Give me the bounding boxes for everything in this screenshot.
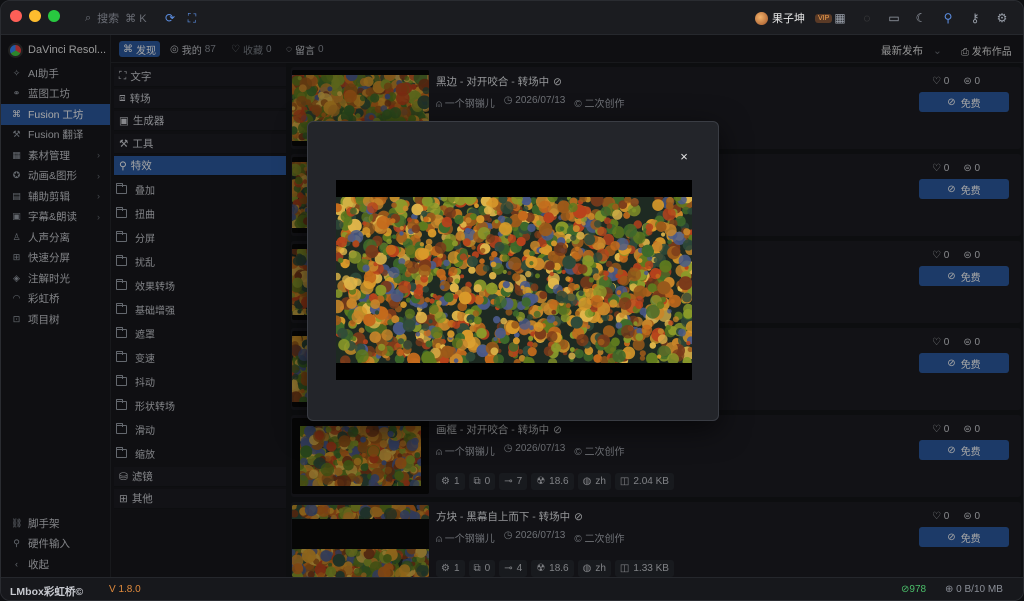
screenshot-icon[interactable]: ⛶	[184, 10, 200, 26]
title-bar: ⌕ 搜索 ⌘ K ⟳ ⛶ 果子坤 VIP ▦ ◌ ▭ ☾ ⚲ ⚷ ⚙	[1, 1, 1023, 35]
message-icon[interactable]: ▭	[886, 10, 902, 26]
online-count: ⊘978	[901, 584, 926, 595]
avatar	[755, 11, 768, 25]
storage-icon: ⊕	[945, 584, 957, 595]
close-icon[interactable]: ×	[678, 150, 690, 163]
minimize-window-button[interactable]	[29, 10, 41, 22]
preview-image	[336, 180, 692, 380]
maximize-window-button[interactable]	[48, 10, 60, 22]
user-name: 果子坤	[772, 13, 805, 25]
storage-usage: ⊕ 0 B/10 MB	[945, 584, 1003, 595]
bulb-icon[interactable]: ◌	[859, 10, 875, 26]
online-count-text: 978	[909, 584, 927, 595]
preview-modal: ×	[307, 121, 719, 421]
user-menu[interactable]: 果子坤 VIP	[755, 10, 833, 26]
app-window: ⌕ 搜索 ⌘ K ⟳ ⛶ 果子坤 VIP ▦ ◌ ▭ ☾ ⚲ ⚷ ⚙ DaVin…	[0, 0, 1024, 601]
status-brand[interactable]: LMbox彩虹桥©	[10, 584, 83, 599]
gear-icon[interactable]: ⚙	[994, 10, 1010, 26]
search-shortcut: ⌘ K	[125, 12, 147, 25]
search-placeholder: 搜索	[97, 13, 120, 25]
close-window-button[interactable]	[10, 10, 22, 22]
status-bar: LMbox彩虹桥© V 1.8.0 ⊘978 ⊕ 0 B/10 MB	[1, 577, 1023, 600]
forest-aerial-image	[336, 197, 692, 363]
calendar-icon[interactable]: ▦	[832, 10, 848, 26]
storage-text: 0 B/10 MB	[956, 584, 1003, 595]
search-icon: ⌕	[85, 11, 92, 24]
vip-badge: VIP	[815, 13, 833, 23]
pin-icon[interactable]: ⚲	[940, 10, 956, 26]
key-icon[interactable]: ⚷	[967, 10, 983, 26]
global-search[interactable]: ⌕ 搜索 ⌘ K	[85, 10, 147, 26]
moon-icon[interactable]: ☾	[913, 10, 929, 26]
version-label: V 1.8.0	[109, 584, 141, 595]
refresh-icon[interactable]: ⟳	[162, 10, 178, 26]
